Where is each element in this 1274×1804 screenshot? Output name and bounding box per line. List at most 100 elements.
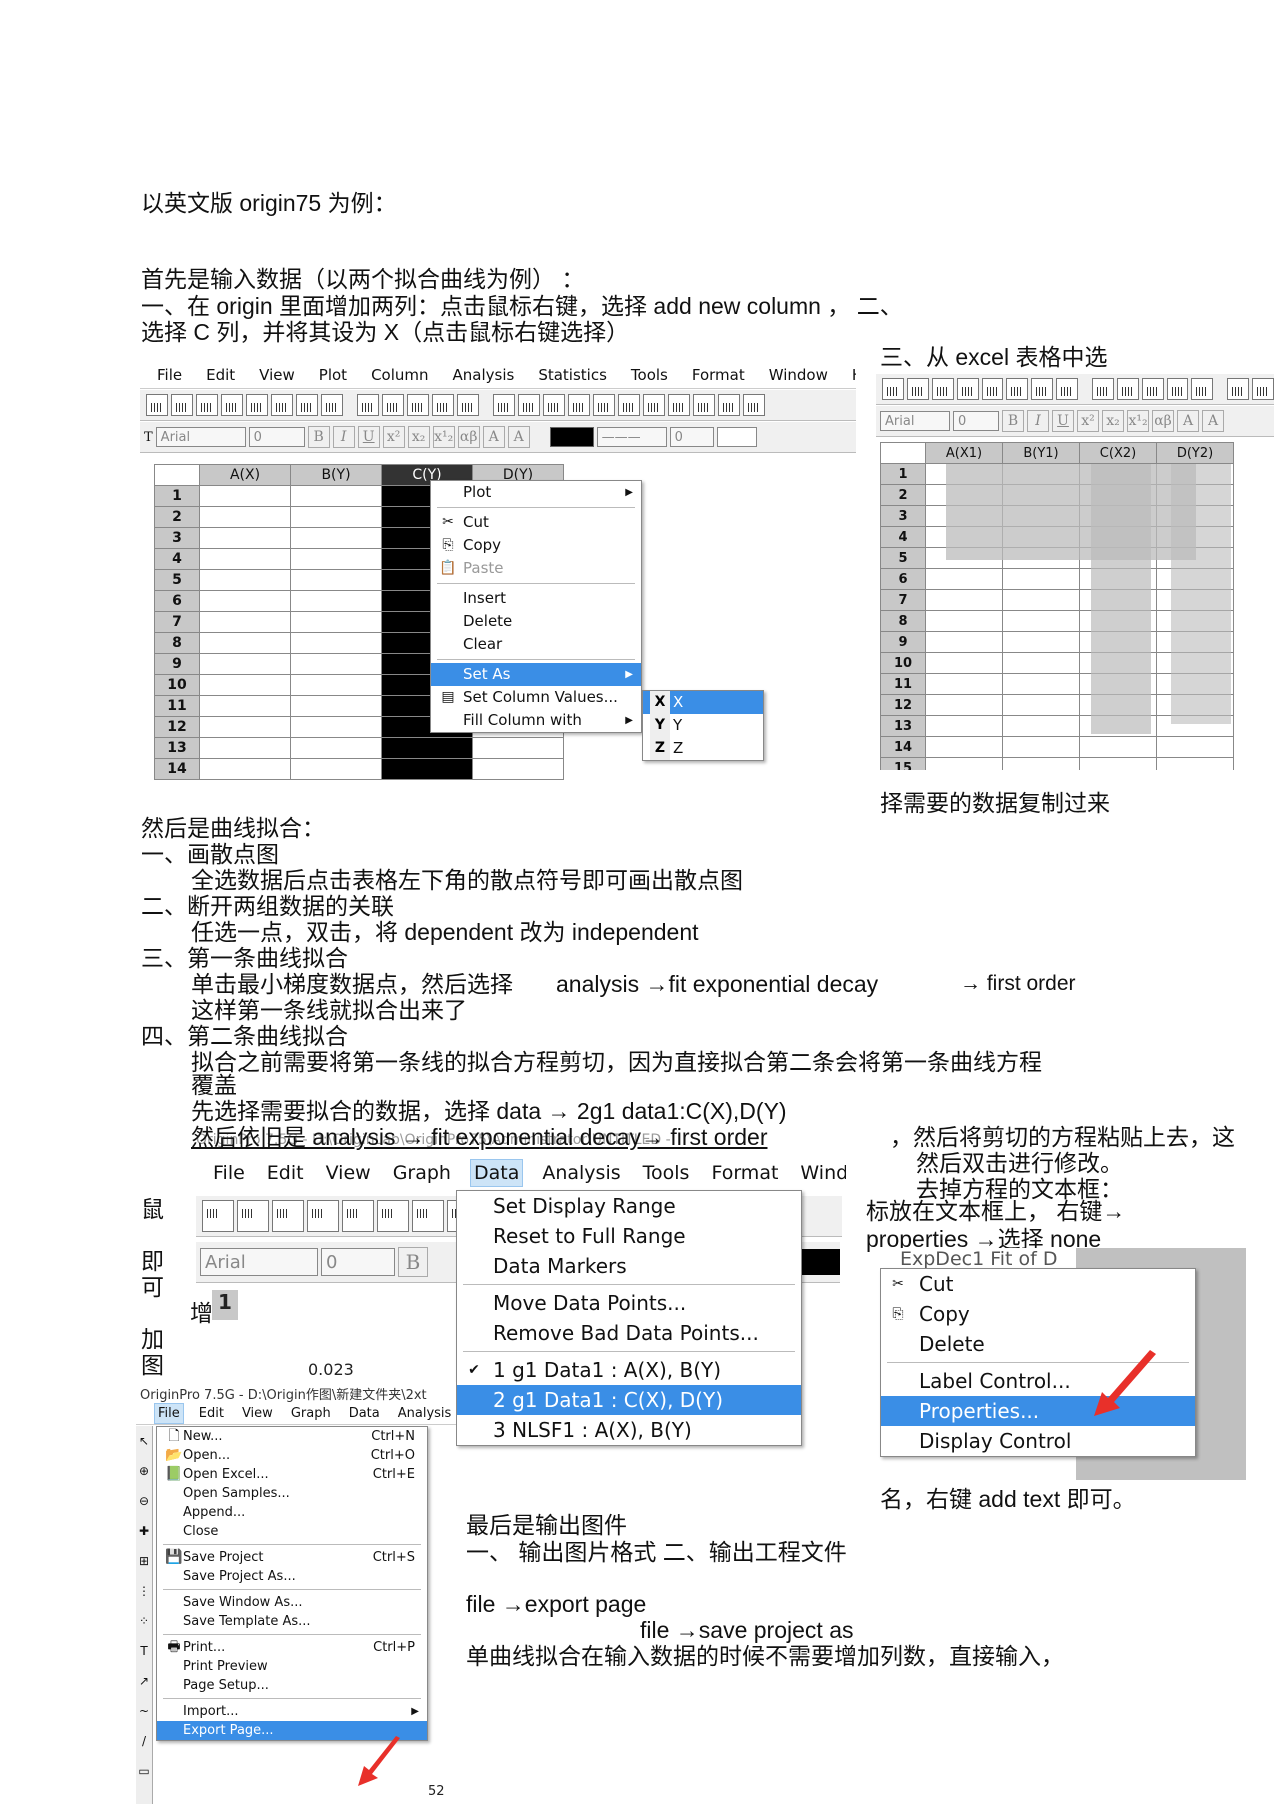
row-header[interactable]: 3 xyxy=(880,505,926,527)
font-select[interactable]: Arial xyxy=(155,427,246,447)
toolbar-button-icon[interactable] xyxy=(457,394,479,416)
menu-item-close[interactable]: Close xyxy=(157,1522,427,1541)
menu-plot[interactable]: Plot xyxy=(316,364,350,386)
menu-item-open[interactable]: 📂 Open... Ctrl+O xyxy=(157,1446,427,1465)
table-cell[interactable] xyxy=(199,527,291,549)
table-cell[interactable] xyxy=(925,568,1003,590)
row-header[interactable]: 13 xyxy=(880,715,926,737)
toolbar-button-icon[interactable] xyxy=(643,394,665,416)
menu-column[interactable]: Column xyxy=(368,364,431,386)
toolbar-button-icon[interactable] xyxy=(202,1200,234,1232)
decrease-font-button-2[interactable]: A xyxy=(1202,410,1224,432)
menu-item-copy[interactable]: ⎘ Copy xyxy=(881,1299,1195,1329)
menu-data[interactable]: Data xyxy=(346,1404,383,1423)
toolbar-button-icon[interactable] xyxy=(321,394,343,416)
table-cell[interactable] xyxy=(925,757,1003,770)
table-cell[interactable] xyxy=(925,694,1003,716)
table-cell[interactable] xyxy=(1002,673,1080,695)
menu-item-move-data-points[interactable]: Move Data Points... xyxy=(457,1288,801,1318)
menu-file[interactable]: File xyxy=(154,364,185,386)
table-cell[interactable] xyxy=(199,632,291,654)
tool-palette-icon[interactable]: ✚ xyxy=(136,1516,152,1546)
row-header[interactable]: 7 xyxy=(880,589,926,611)
underline-button[interactable]: U xyxy=(357,426,380,448)
toolbar-button-icon[interactable] xyxy=(1252,378,1274,400)
table-cell[interactable] xyxy=(1002,610,1080,632)
tool-palette-icon[interactable]: ⁘ xyxy=(136,1606,152,1636)
toolbar-button-icon[interactable] xyxy=(906,378,929,400)
subscript-button[interactable]: x₂ xyxy=(407,426,430,448)
row-header[interactable]: 8 xyxy=(880,610,926,632)
table-cell[interactable] xyxy=(199,653,291,675)
row-header[interactable]: 14 xyxy=(154,758,200,780)
table-cell[interactable] xyxy=(381,737,473,759)
row-header[interactable]: 12 xyxy=(154,716,200,738)
table-cell[interactable] xyxy=(199,737,291,759)
table-cell[interactable] xyxy=(925,631,1003,653)
row-header[interactable]: 5 xyxy=(880,547,926,569)
menu-edit[interactable]: Edit xyxy=(203,364,238,386)
toolbar-button-icon[interactable] xyxy=(342,1200,374,1232)
toolbar-button-icon[interactable] xyxy=(271,394,293,416)
menu-item-plot[interactable]: Plot ▶ xyxy=(431,481,641,504)
menu-item-remove-bad-data-points[interactable]: Remove Bad Data Points... xyxy=(457,1318,801,1348)
bold-button[interactable]: B xyxy=(307,426,330,448)
tool-palette-icon[interactable]: ▭ xyxy=(136,1756,152,1786)
tool-palette-icon[interactable]: / xyxy=(136,1726,152,1756)
table-cell[interactable] xyxy=(290,485,382,507)
row-header[interactable]: 7 xyxy=(154,611,200,633)
menu-item-set-as-z[interactable]: ZZ xyxy=(643,737,763,760)
table-cell[interactable] xyxy=(1002,652,1080,674)
toolbar-button-icon[interactable] xyxy=(668,394,690,416)
menu-graph[interactable]: Graph xyxy=(288,1404,334,1423)
toolbar-button-icon[interactable] xyxy=(693,394,715,416)
row-header[interactable]: 13 xyxy=(154,737,200,759)
row-header[interactable]: 15 xyxy=(880,757,926,770)
tool-palette-icon[interactable]: T xyxy=(136,1636,152,1666)
superscript-button-2[interactable]: x² xyxy=(1077,410,1099,432)
table-cell[interactable] xyxy=(925,673,1003,695)
table-cell[interactable] xyxy=(199,548,291,570)
table-cell[interactable] xyxy=(472,737,564,759)
toolbar-button-icon[interactable] xyxy=(1006,378,1029,400)
table-cell[interactable] xyxy=(199,695,291,717)
toolbar-button-icon[interactable] xyxy=(171,394,193,416)
table-cell[interactable] xyxy=(381,758,473,780)
toolbar-button-icon[interactable] xyxy=(981,378,1004,400)
menu-item-save-window-as[interactable]: Save Window As... xyxy=(157,1593,427,1612)
subscript-button-2[interactable]: x₂ xyxy=(1102,410,1124,432)
increase-font-button[interactable]: A xyxy=(482,426,505,448)
menu-statistics[interactable]: Statistics xyxy=(535,364,610,386)
menu-item-save-project[interactable]: 💾 Save Project Ctrl+S xyxy=(157,1548,427,1567)
menu-file[interactable]: File xyxy=(210,1160,248,1186)
table-cell[interactable] xyxy=(199,716,291,738)
table-cell[interactable] xyxy=(290,737,382,759)
underline-button-2[interactable]: U xyxy=(1052,410,1074,432)
table-cell[interactable] xyxy=(925,589,1003,611)
toolbar-button-icon[interactable] xyxy=(377,1200,409,1232)
graph-color-swatch[interactable] xyxy=(800,1249,840,1275)
increase-font-button-2[interactable]: A xyxy=(1177,410,1199,432)
menu-item-new[interactable]: 🗋 New... Ctrl+N xyxy=(157,1427,427,1446)
menu-item-1-g1-data1-a-x-b-y[interactable]: ✔ 1 g1 Data1 : A(X), B(Y) xyxy=(457,1355,801,1385)
line-width-select[interactable]: 0 xyxy=(669,427,714,447)
toolbar-button-icon[interactable] xyxy=(246,394,268,416)
table-cell[interactable] xyxy=(290,653,382,675)
menu-item-insert[interactable]: Insert xyxy=(431,587,641,610)
row-header[interactable]: 14 xyxy=(880,736,926,758)
row-header[interactable]: 9 xyxy=(880,631,926,653)
menu-item-reset-to-full-range[interactable]: Reset to Full Range xyxy=(457,1221,801,1251)
toolbar-button-icon[interactable] xyxy=(593,394,615,416)
toolbar-button-icon[interactable] xyxy=(1116,378,1139,400)
menu-graph[interactable]: Graph xyxy=(390,1160,454,1186)
table-cell[interactable] xyxy=(1156,757,1234,770)
menu-view[interactable]: View xyxy=(256,364,298,386)
column-header[interactable]: B(Y1) xyxy=(1002,442,1080,464)
menu-tools[interactable]: Tools xyxy=(640,1160,693,1186)
menu-view[interactable]: View xyxy=(239,1404,276,1423)
toolbar-button-icon[interactable] xyxy=(237,1200,269,1232)
row-header[interactable]: 11 xyxy=(880,673,926,695)
menu-item-paste[interactable]: 📋 Paste xyxy=(431,557,641,580)
menu-item-set-as-y[interactable]: YY xyxy=(643,714,763,737)
tool-palette-icon[interactable]: ⊖ xyxy=(136,1486,152,1516)
